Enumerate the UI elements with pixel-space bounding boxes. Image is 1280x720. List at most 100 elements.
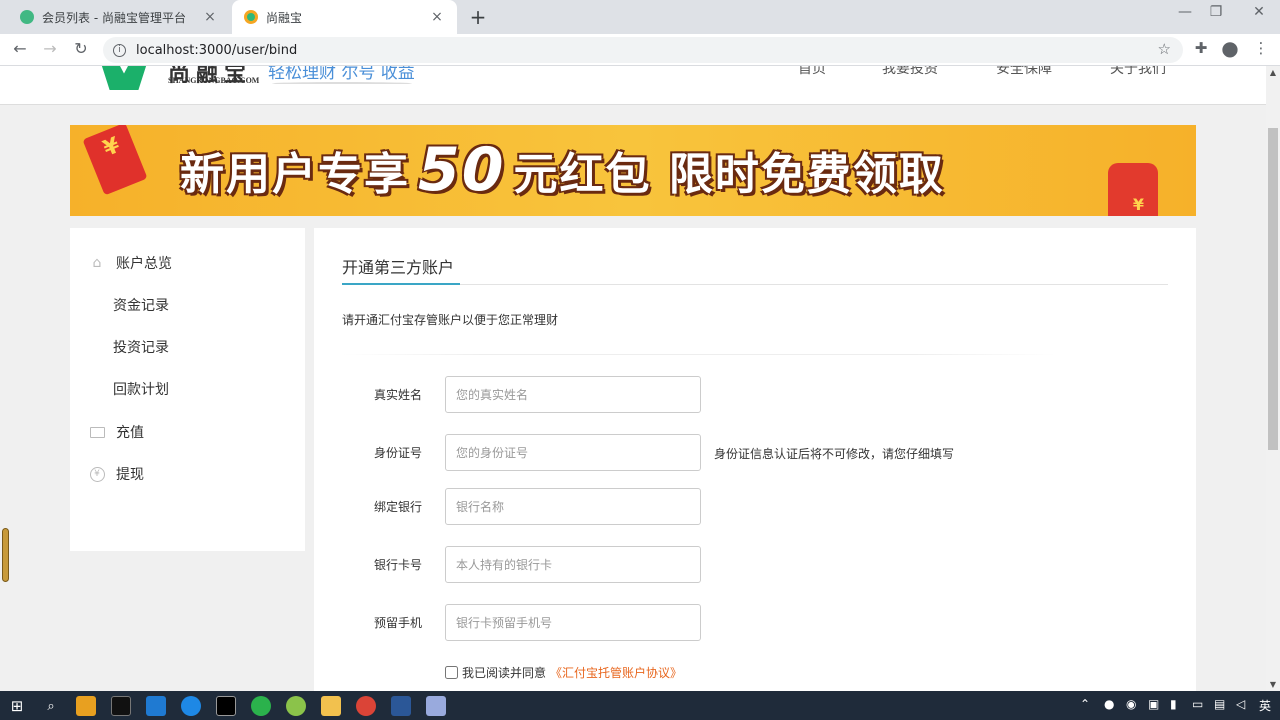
reserved-phone-input[interactable]: [445, 604, 701, 641]
sidebar-item-invest-records[interactable]: 投资记录: [70, 332, 305, 362]
nav-home[interactable]: 首页: [798, 66, 826, 78]
app-green-icon[interactable]: [286, 696, 306, 716]
url-text[interactable]: localhost:3000/user/bind: [136, 43, 297, 58]
sidebar-item-recharge[interactable]: 充值: [70, 417, 305, 447]
tray-qq-icon[interactable]: ●: [1104, 697, 1114, 711]
word-icon[interactable]: [391, 696, 411, 716]
sidebar-item-label: 提现: [116, 467, 144, 483]
close-tab-icon[interactable]: ×: [429, 9, 445, 25]
banner-text-a: 新用户专享: [180, 149, 410, 200]
tray-volume-icon[interactable]: ◁: [1236, 697, 1245, 711]
tray-mic-icon[interactable]: ▮: [1170, 697, 1177, 711]
bank-name-input[interactable]: [445, 488, 701, 525]
sidebar-item-label: 账户总览: [116, 256, 172, 272]
tray-battery-icon[interactable]: ▭: [1192, 697, 1203, 711]
agree-text: 我已阅读并同意: [462, 666, 547, 680]
address-bar: ← → ↻ i localhost:3000/user/bind ☆ ✚ ● ⋮: [0, 34, 1280, 66]
maximize-button[interactable]: ❐: [1201, 4, 1231, 20]
sidebar-item-label: 回款计划: [113, 382, 169, 398]
banner-text-b: 元红包 限时免费领取: [513, 149, 945, 200]
slogan-swoosh: [272, 82, 412, 85]
app-icon[interactable]: [76, 696, 96, 716]
browser-icon[interactable]: [181, 696, 201, 716]
tab-title: 会员列表 - 尚融宝管理平台: [42, 10, 186, 25]
nav-about[interactable]: 关于我们: [1110, 66, 1166, 78]
tab-title: 尚融宝: [266, 10, 303, 25]
home-icon: ⌂: [92, 255, 102, 271]
sidebar-item-withdraw[interactable]: ¥ 提现: [70, 459, 305, 489]
bank-card-label: 银行卡号: [373, 558, 422, 572]
reload-icon[interactable]: ↻: [70, 39, 92, 58]
account-sidebar: ⌂ 账户总览 资金记录 投资记录 回款计划 充值 ¥ 提现: [70, 228, 305, 551]
tray-app-icon[interactable]: ◉: [1126, 697, 1136, 711]
phone-label: 预留手机: [373, 616, 422, 630]
terminal-icon[interactable]: [216, 696, 236, 716]
tray-chevron-icon[interactable]: ⌃: [1080, 697, 1090, 711]
real-name-input[interactable]: [445, 376, 701, 413]
scroll-up-arrow-icon[interactable]: ▲: [1266, 68, 1280, 77]
wechat-icon[interactable]: [251, 696, 271, 716]
floating-drag-handle[interactable]: [2, 528, 9, 582]
slogan: 轻松理财 尔号 收益: [268, 66, 415, 83]
url-omnibox[interactable]: i localhost:3000/user/bind ☆: [103, 37, 1183, 63]
site-header: 尚融宝 SHANGRONGBAO.COM 轻松理财 尔号 收益 首页 我要投资 …: [0, 66, 1266, 105]
promo-banner[interactable]: ¥ 新用户专享 50 元红包 限时免费领取 ¥: [70, 125, 1196, 216]
minimize-button[interactable]: —: [1170, 4, 1200, 20]
intro-text: 请开通汇付宝存管账户以便于您正常理财: [342, 313, 559, 327]
logo-domain: SHANGRONGBAO.COM: [168, 76, 260, 85]
back-arrow-icon[interactable]: ←: [9, 39, 31, 58]
notepad-icon[interactable]: [426, 696, 446, 716]
agreement-link[interactable]: 《汇付宝托管账户协议》: [550, 664, 682, 681]
agreement-row: 我已阅读并同意 《汇付宝托管账户协议》: [445, 664, 682, 681]
windows-start-icon[interactable]: ⊞: [7, 696, 27, 716]
menu-kebab-icon[interactable]: ⋮: [1250, 39, 1272, 57]
nav-invest[interactable]: 我要投资: [882, 66, 938, 78]
sidebar-item-label: 充值: [116, 425, 144, 441]
page-title: 开通第三方账户: [342, 258, 455, 277]
id-number-input[interactable]: [445, 434, 701, 471]
intellij-icon[interactable]: [111, 696, 131, 716]
forward-arrow-icon[interactable]: →: [39, 39, 61, 58]
vue-favicon-icon: [20, 10, 34, 24]
browser-tab-bar: 会员列表 - 尚融宝管理平台 × 尚融宝 × + — ❐ ✕: [0, 0, 1280, 34]
bank-card-input[interactable]: [445, 546, 701, 583]
chrome-icon[interactable]: [356, 696, 376, 716]
bind-account-panel: 开通第三方账户 请开通汇付宝存管账户以便于您正常理财 真实姓名 身份证号 身份证…: [314, 228, 1196, 691]
tray-window-icon[interactable]: ▣: [1148, 697, 1159, 711]
tab-member-list[interactable]: 会员列表 - 尚融宝管理平台 ×: [8, 0, 230, 34]
intro-divider: [342, 354, 1056, 355]
bookmark-star-icon[interactable]: ☆: [1158, 40, 1171, 58]
scroll-down-arrow-icon[interactable]: ▼: [1266, 680, 1280, 689]
sidebar-item-fund-records[interactable]: 资金记录: [70, 290, 305, 320]
sidebar-item-label: 资金记录: [113, 298, 169, 314]
vscode-icon[interactable]: [146, 696, 166, 716]
tray-network-icon[interactable]: ▤: [1214, 697, 1225, 711]
nav-security[interactable]: 安全保障: [996, 66, 1052, 78]
yen-sign: ¥: [1132, 195, 1144, 214]
real-name-label: 真实姓名: [373, 388, 422, 402]
agree-checkbox[interactable]: [445, 666, 458, 679]
sidebar-item-overview[interactable]: ⌂ 账户总览: [70, 248, 305, 278]
info-icon[interactable]: i: [113, 43, 126, 57]
site-favicon-icon: [244, 10, 258, 24]
os-taskbar: ⊞ ⌕ ⌃ ● ◉ ▣ ▮ ▭ ▤ ◁ 英: [0, 691, 1280, 720]
sidebar-item-label: 投资记录: [113, 340, 169, 356]
page-viewport: 尚融宝 SHANGRONGBAO.COM 轻松理财 尔号 收益 首页 我要投资 …: [0, 66, 1266, 691]
id-number-label: 身份证号: [373, 446, 422, 460]
page-scrollbar[interactable]: ▲ ▼: [1266, 66, 1280, 691]
new-tab-button[interactable]: +: [466, 5, 490, 29]
scrollbar-thumb[interactable]: [1268, 128, 1278, 450]
window-close-button[interactable]: ✕: [1244, 4, 1274, 20]
search-icon[interactable]: ⌕: [41, 696, 61, 716]
banner-amount: 50: [418, 135, 506, 205]
logo-mark-icon[interactable]: [100, 66, 148, 90]
sidebar-item-repayment-plan[interactable]: 回款计划: [70, 374, 305, 404]
profile-avatar-icon[interactable]: ●: [1219, 36, 1241, 60]
id-number-hint: 身份证信息认证后将不可修改，请您仔细填写: [714, 447, 955, 461]
close-tab-icon[interactable]: ×: [202, 9, 218, 25]
tray-language[interactable]: 英: [1259, 697, 1271, 714]
banner-headline: 新用户专享 50 元红包 限时免费领取: [180, 135, 945, 205]
tab-shangrongbao[interactable]: 尚融宝 ×: [232, 0, 457, 34]
extensions-puzzle-icon[interactable]: ✚: [1190, 39, 1212, 57]
file-explorer-icon[interactable]: [321, 696, 341, 716]
